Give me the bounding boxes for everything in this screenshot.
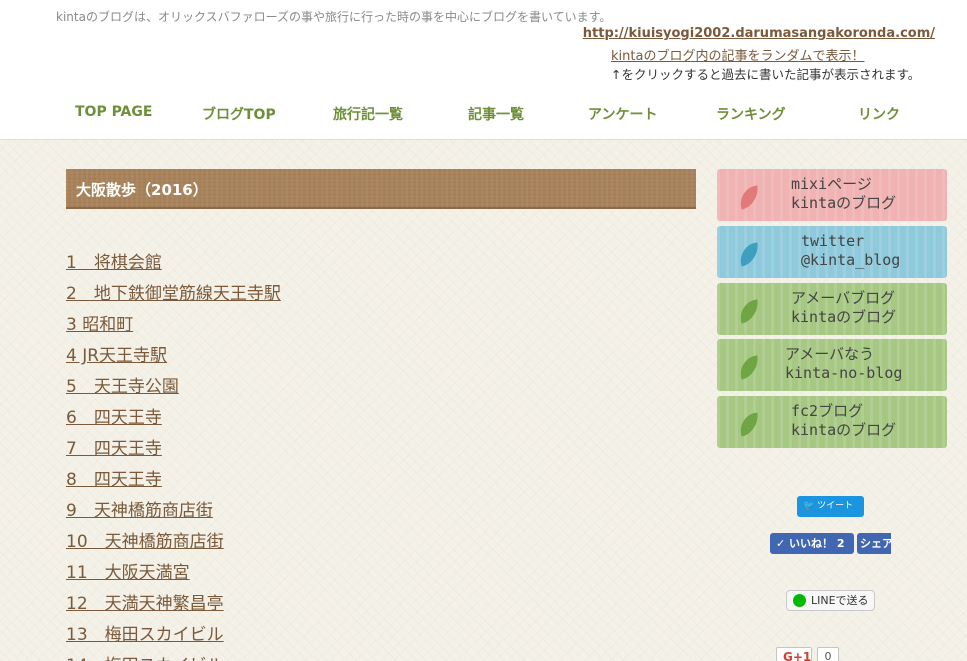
line-send-button[interactable]: LINEで送る bbox=[786, 590, 875, 611]
sidebar-button-line1: mixiページ bbox=[791, 175, 872, 193]
random-article-link[interactable]: kintaのブログ内の記事をランダムで表示！ bbox=[611, 45, 864, 64]
sidebar-button-line2: kintaのブログ bbox=[791, 308, 897, 326]
toc-item[interactable]: 12 天満天神繁昌亭 bbox=[66, 589, 224, 614]
sidebar-button-line1: twitter bbox=[801, 232, 865, 250]
leaf-icon bbox=[740, 355, 758, 380]
sidebar-button-line1: fc2ブログ bbox=[791, 402, 864, 420]
toc-item[interactable]: 11 大阪天満宮 bbox=[66, 558, 190, 583]
site-tagline: kintaのブログは、オリックスバファローズの事や旅行に行った時の事を中心にブロ… bbox=[56, 10, 612, 24]
article-title-bar: 大阪散歩（2016） bbox=[66, 169, 696, 209]
check-icon: ✓ bbox=[776, 537, 790, 550]
leaf-icon bbox=[740, 185, 758, 210]
toc-item[interactable]: 2 地下鉄御堂筋線天王寺駅 bbox=[66, 279, 281, 304]
site-header: kintaのブログは、オリックスバファローズの事や旅行に行った時の事を中心にブロ… bbox=[0, 0, 967, 140]
leaf-icon bbox=[740, 299, 758, 324]
fb-like-label: いいね！ 2 bbox=[789, 537, 845, 550]
line-icon bbox=[793, 594, 806, 607]
article-title: 大阪散歩（2016） bbox=[76, 181, 208, 199]
facebook-share-button[interactable]: シェア bbox=[857, 533, 891, 554]
sidebar-mixi-button[interactable]: mixiページ kintaのブログ bbox=[717, 169, 947, 221]
sidebar-fc2-button[interactable]: fc2ブログ kintaのブログ bbox=[717, 396, 947, 448]
line-label: LINEで送る bbox=[811, 594, 869, 607]
leaf-icon bbox=[740, 242, 758, 267]
toc-item[interactable]: 3 昭和町 bbox=[66, 310, 133, 335]
content-area: 大阪散歩（2016） 1 将棋会館 2 地下鉄御堂筋線天王寺駅 3 昭和町 4 … bbox=[0, 140, 967, 661]
tweet-label: ツイート bbox=[817, 501, 854, 511]
google-plus-button[interactable]: G+1 bbox=[776, 647, 812, 661]
leaf-icon bbox=[740, 412, 758, 437]
toc-item[interactable]: 4 JR天王寺駅 bbox=[66, 341, 167, 366]
nav-top-page[interactable]: TOP PAGE bbox=[75, 104, 152, 120]
sidebar-button-line2: @kinta_blog bbox=[801, 251, 901, 269]
toc-item[interactable]: 14 梅田スカイビル bbox=[66, 651, 224, 661]
sidebar-ameba-blog-button[interactable]: アメーバブログ kintaのブログ bbox=[717, 283, 947, 335]
sidebar-twitter-button[interactable]: twitter @kinta_blog bbox=[717, 226, 947, 278]
sidebar-button-line2: kintaのブログ bbox=[791, 194, 897, 212]
facebook-like-button[interactable]: ✓ いいね！ 2 bbox=[770, 533, 854, 554]
tweet-button[interactable]: 🐦 ツイート bbox=[797, 496, 864, 517]
nav-ranking[interactable]: ランキング bbox=[716, 104, 786, 124]
sidebar-button-line1: アメーバブログ bbox=[791, 289, 896, 307]
toc-item[interactable]: 13 梅田スカイビル bbox=[66, 620, 224, 645]
bird-icon: 🐦 bbox=[803, 501, 818, 511]
toc-item[interactable]: 5 天王寺公園 bbox=[66, 372, 179, 397]
random-article-note: ↑をクリックすると過去に書いた記事が表示されます。 bbox=[611, 67, 921, 82]
toc-item[interactable]: 6 四天王寺 bbox=[66, 403, 162, 428]
toc-item[interactable]: 10 天神橋筋商店街 bbox=[66, 527, 224, 552]
site-url-link[interactable]: http://kiuisyogi2002.darumasangakoronda.… bbox=[583, 26, 935, 41]
sidebar-button-line2: kinta-no-blog bbox=[785, 364, 903, 382]
sidebar-button-line2: kintaのブログ bbox=[791, 421, 897, 439]
toc-item[interactable]: 8 四天王寺 bbox=[66, 465, 162, 490]
nav-travel-list[interactable]: 旅行記一覧 bbox=[333, 104, 403, 124]
sidebar-button-line1: アメーバなう bbox=[785, 345, 875, 363]
main-nav: TOP PAGE ブログTOP 旅行記一覧 記事一覧 アンケート ランキング リ… bbox=[40, 104, 920, 128]
toc-item[interactable]: 9 天神橋筋商店街 bbox=[66, 496, 213, 521]
nav-article-list[interactable]: 記事一覧 bbox=[468, 104, 524, 124]
nav-survey[interactable]: アンケート bbox=[588, 104, 657, 124]
toc-item[interactable]: 1 将棋会館 bbox=[66, 248, 162, 273]
nav-links[interactable]: リンク bbox=[858, 104, 900, 124]
sidebar-ameba-now-button[interactable]: アメーバなう kinta-no-blog bbox=[717, 339, 947, 391]
nav-blog-top[interactable]: ブログTOP bbox=[202, 104, 276, 124]
google-plus-count: 0 bbox=[817, 647, 839, 661]
toc-item[interactable]: 7 四天王寺 bbox=[66, 434, 162, 459]
